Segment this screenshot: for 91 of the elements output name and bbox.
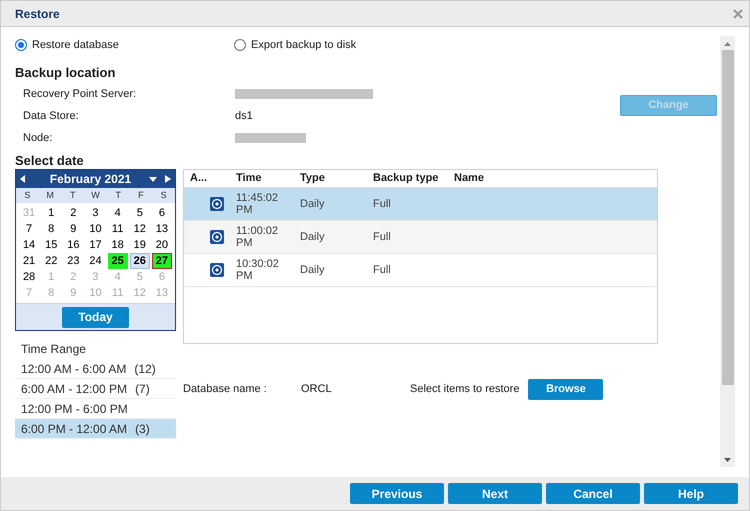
section-heading: Backup location [15,64,116,82]
table-cell-text: Full [372,196,392,212]
browse-button[interactable]: Browse [528,379,604,400]
next-month-icon[interactable] [165,175,171,183]
previous-month-icon[interactable] [20,175,26,183]
table-row[interactable]: 11:00:02 PM Daily Full [184,221,657,254]
time-range-count: (7) [135,380,150,398]
field-label: Recovery Point Server: [23,86,138,102]
radio-button[interactable] [15,39,27,51]
column-header[interactable]: Backup type [367,170,448,187]
calendar-day[interactable]: 10 [85,221,106,237]
table-row[interactable]: 11:45:02 PM Daily Full [184,188,657,221]
table-cell-text: Daily [299,262,326,278]
calendar-day[interactable]: 21 [19,253,40,269]
radio-label[interactable]: Restore database [32,36,119,54]
calendar-day[interactable]: 19 [130,237,150,253]
calendar-day[interactable]: 11 [108,221,128,237]
calendar-day[interactable]: 23 [63,253,84,269]
table-cell-text: Daily [299,230,326,245]
table-cell-text: 10:30:02 PM [235,258,280,282]
calendar-day[interactable]: 13 [152,221,172,237]
footer-button[interactable]: Cancel [546,483,640,504]
calendar-day[interactable]: 7 [19,221,40,237]
footer-button[interactable]: Help [644,483,738,504]
time-range-label: 12:00 PM - 6:00 PM [21,400,128,418]
field-label: Data Store: [23,108,80,124]
calendar-day[interactable]: 4 [108,205,128,221]
calendar-day[interactable]: 15 [41,237,62,253]
calendar-day[interactable]: 8 [41,221,62,237]
database-icon [210,197,224,211]
column-header[interactable]: Type [294,170,367,187]
calendar-day[interactable]: 16 [63,237,84,253]
calendar-day[interactable]: 3 [85,205,106,221]
table-cell-text: 11:00:02 PM [235,225,280,249]
weekday-label: W [90,188,101,202]
scrollbar-thumb[interactable] [722,50,734,385]
time-range-item[interactable]: 6:00 PM - 12:00 AM (3) [15,419,176,439]
calendar-day[interactable]: 14 [19,237,40,253]
table-cell-text: 11:45:02 PM [235,192,280,216]
database-icon [210,263,224,277]
calendar-day[interactable]: 1 [41,205,62,221]
time-range-label: 12:00 AM - 6:00 AM [21,360,126,378]
select-items-label: Select items to restore [410,382,520,398]
table-cell-text: Daily [299,196,326,212]
time-range-count: (12) [134,360,156,378]
calendar-day[interactable]: 5 [130,205,150,221]
calendar-day[interactable]: 27 [152,253,172,269]
weekday-label: T [114,188,122,202]
scroll-down-icon[interactable] [724,458,731,462]
calendar-day[interactable]: 9 [63,221,84,237]
section-heading: Select date [15,152,85,169]
window-title: Restore [15,6,60,22]
database-name-label: Database name : [183,382,268,398]
radio-button[interactable] [234,39,246,51]
weekday-label: M [45,188,55,202]
calendar-day[interactable]: 6 [152,205,172,221]
calendar-day[interactable]: 25 [108,253,128,269]
footer-button[interactable]: Next [448,483,542,504]
close-icon[interactable] [733,8,743,18]
calendar-day[interactable]: 24 [85,253,106,269]
weekday-label: S [160,188,168,202]
weekday-label: T [69,188,77,202]
time-range-count: (3) [135,420,150,438]
field-label: Node: [23,130,54,146]
today-button[interactable]: Today [62,306,129,328]
calendar-day[interactable]: 2 [63,205,84,221]
database-name-value: ORCL [301,382,333,398]
field-value: ds1 [235,108,253,124]
calendar-day[interactable]: 18 [108,237,128,253]
scroll-up-icon[interactable] [724,42,731,46]
calendar-day[interactable]: 22 [41,253,62,269]
database-icon [210,230,224,244]
column-header[interactable]: Name [448,170,528,187]
column-header[interactable]: A... [184,170,230,187]
calendar-day[interactable]: 26 [130,253,150,269]
radio-label[interactable]: Export backup to disk [251,36,356,54]
table-cell-text: Full [372,230,392,245]
dropdown-caret-icon[interactable] [149,176,157,182]
calendar-day[interactable]: 28 [19,269,40,285]
calendar-day[interactable]: 20 [152,237,172,253]
calendar-day[interactable]: 12 [130,221,150,237]
time-range-label: 6:00 PM - 12:00 AM [21,420,128,438]
calendar-day[interactable]: 17 [85,237,106,253]
scrollbar[interactable] [720,36,735,467]
weekday-label: F [137,188,145,202]
time-range-label: 6:00 AM - 12:00 PM [21,380,128,398]
time-range-heading: Time Range [20,341,87,358]
footer-button[interactable]: Previous [350,483,444,504]
table-cell-text: Full [372,262,392,278]
weekday-label: S [23,188,32,202]
column-header[interactable]: Time [230,170,294,187]
